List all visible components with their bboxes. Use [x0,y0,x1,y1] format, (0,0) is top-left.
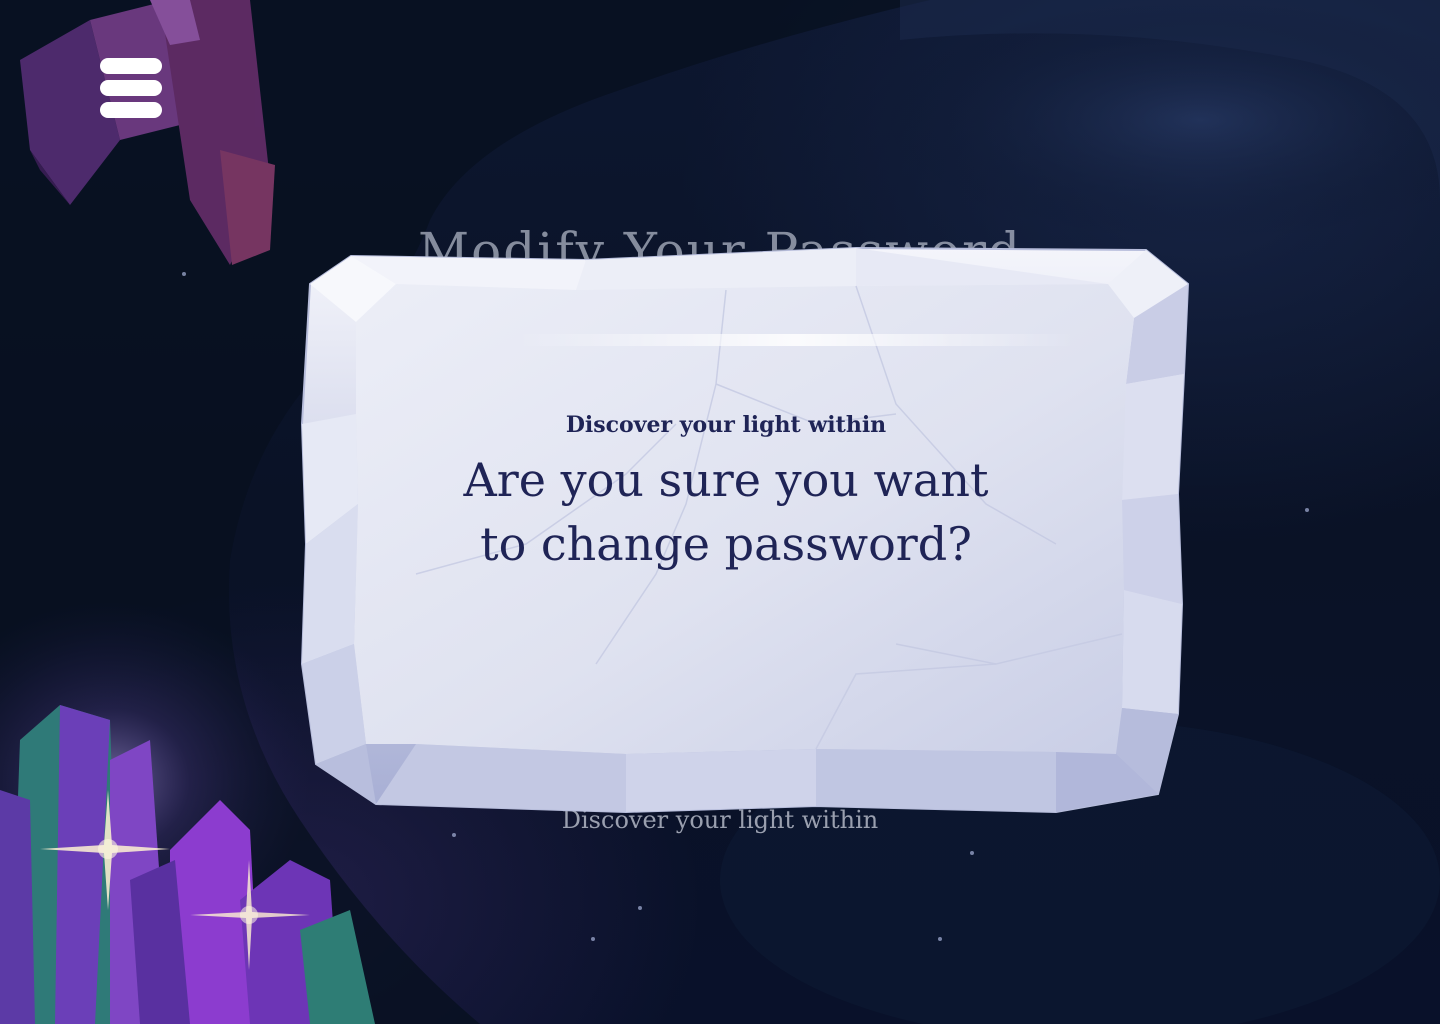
dialog-question-line-1: Are you sure you want [463,453,989,507]
menu-bar-top [100,58,162,74]
app-screen: Modify Your Password Discover your light… [0,0,1440,1024]
confirm-password-dialog: Discover your light within Are you sure … [296,244,1194,820]
menu-bar-bottom [100,102,162,118]
menu-bar-middle [100,80,162,96]
hamburger-menu-icon[interactable] [98,58,164,120]
dialog-question-line-2: to change password? [480,517,972,571]
dialog-question: Are you sure you want to change password… [426,448,1026,576]
dialog-kicker: Discover your light within [565,412,887,438]
dialog-content: Discover your light within Are you sure … [296,244,1194,820]
